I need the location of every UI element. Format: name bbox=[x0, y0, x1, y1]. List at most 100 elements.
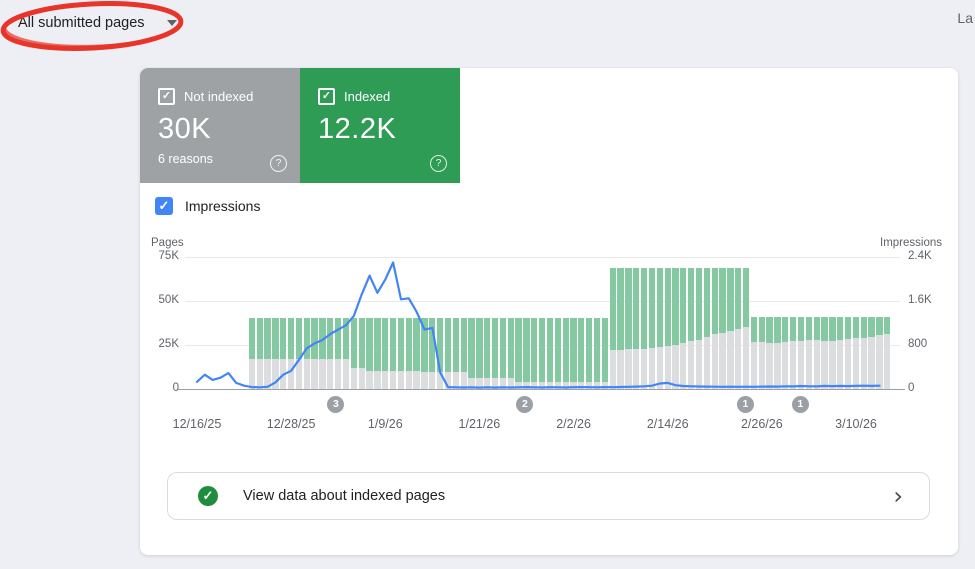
chart-gridline bbox=[185, 301, 900, 302]
x-axis-date-label: 1/21/26 bbox=[444, 417, 514, 431]
chevron-right-icon: › bbox=[893, 486, 903, 506]
page-filter-dropdown-label: All submitted pages bbox=[18, 15, 145, 31]
indexed-bar bbox=[429, 318, 435, 373]
indexed-bar bbox=[508, 318, 514, 379]
not-indexed-bar bbox=[829, 341, 835, 389]
not-indexed-bar bbox=[359, 368, 365, 389]
indexed-bar bbox=[366, 318, 372, 371]
left-axis-tick: 50K bbox=[147, 294, 179, 306]
x-axis-date-label: 2/2/26 bbox=[539, 417, 609, 431]
indexed-bar bbox=[555, 318, 561, 382]
right-axis-tick: 0 bbox=[908, 382, 914, 394]
not-indexed-bar bbox=[264, 359, 270, 389]
indexed-bar bbox=[806, 317, 812, 340]
not-indexed-bar bbox=[719, 333, 725, 389]
not-indexed-bar bbox=[876, 335, 882, 389]
not-indexed-bar bbox=[374, 371, 380, 389]
not-indexed-bar bbox=[774, 343, 780, 389]
not-indexed-bar bbox=[421, 372, 427, 389]
not-indexed-bar bbox=[437, 372, 443, 389]
indexed-bar bbox=[515, 318, 521, 382]
indexed-bar bbox=[492, 318, 498, 379]
issue-marker[interactable]: 2 bbox=[516, 396, 533, 413]
not-indexed-bar bbox=[382, 371, 388, 389]
indexed-checkbox[interactable]: ✓ bbox=[318, 88, 335, 105]
indexed-label: Indexed bbox=[344, 89, 390, 104]
not-indexed-checkbox[interactable]: ✓ bbox=[158, 88, 175, 105]
help-icon[interactable]: ? bbox=[430, 155, 447, 172]
indexed-bar bbox=[547, 318, 553, 382]
indexed-bar bbox=[586, 318, 592, 382]
indexed-bar bbox=[602, 318, 608, 382]
status-cards: ✓ Not indexed 30K 6 reasons ? ✓ Indexed … bbox=[140, 68, 460, 183]
indexed-bar bbox=[296, 318, 302, 359]
not-indexed-bar bbox=[727, 331, 733, 389]
chevron-down-icon bbox=[167, 20, 177, 26]
page-filter-dropdown[interactable]: All submitted pages bbox=[18, 11, 177, 35]
indexed-bar bbox=[790, 317, 796, 342]
indexed-bar bbox=[680, 268, 686, 343]
left-axis-title: Pages bbox=[151, 237, 184, 249]
not-indexed-bar bbox=[633, 349, 639, 389]
not-indexed-bar bbox=[390, 371, 396, 389]
not-indexed-bar bbox=[665, 346, 671, 389]
help-icon[interactable]: ? bbox=[270, 155, 287, 172]
not-indexed-card[interactable]: ✓ Not indexed 30K 6 reasons ? bbox=[140, 68, 300, 183]
not-indexed-bar bbox=[311, 359, 317, 389]
green-check-icon: ✓ bbox=[198, 486, 218, 506]
issue-marker[interactable]: 1 bbox=[792, 396, 809, 413]
indexed-bar bbox=[319, 318, 325, 359]
indexed-bar bbox=[249, 318, 255, 359]
not-indexed-bar bbox=[704, 337, 710, 389]
indexed-bar bbox=[461, 318, 467, 373]
not-indexed-bar bbox=[461, 372, 467, 389]
not-indexed-bar bbox=[578, 382, 584, 389]
indexing-chart: PagesImpressions75K50K25K02.4K1.6K800032… bbox=[145, 237, 945, 437]
not-indexed-bar bbox=[806, 340, 812, 389]
indexed-bar bbox=[437, 318, 443, 373]
not-indexed-bar bbox=[821, 341, 827, 389]
not-indexed-bar bbox=[257, 359, 263, 389]
not-indexed-bar bbox=[445, 372, 451, 389]
not-indexed-bar bbox=[555, 382, 561, 389]
impressions-label: Impressions bbox=[185, 198, 260, 214]
not-indexed-bar bbox=[343, 359, 349, 389]
last-updated-text-truncated: La bbox=[957, 10, 973, 26]
indexed-bar bbox=[853, 317, 859, 338]
not-indexed-bar bbox=[743, 327, 749, 389]
not-indexed-bar bbox=[845, 339, 851, 389]
not-indexed-bar bbox=[453, 372, 459, 389]
indexed-bar bbox=[264, 318, 270, 359]
indexed-bar bbox=[594, 318, 600, 382]
not-indexed-bar bbox=[406, 371, 412, 389]
indexed-bar bbox=[484, 318, 490, 379]
not-indexed-bar bbox=[515, 382, 521, 389]
indexed-bar bbox=[390, 318, 396, 371]
indexed-bar bbox=[453, 318, 459, 373]
indexed-bar bbox=[351, 318, 357, 368]
indexed-bar bbox=[398, 318, 404, 371]
indexed-bar bbox=[445, 318, 451, 373]
view-indexed-data-button[interactable]: ✓ View data about indexed pages › bbox=[167, 472, 930, 520]
not-indexed-bar bbox=[531, 382, 537, 389]
not-indexed-bar bbox=[249, 359, 255, 389]
indexed-bar bbox=[845, 317, 851, 339]
indexed-card[interactable]: ✓ Indexed 12.2K ? bbox=[300, 68, 460, 183]
not-indexed-bar bbox=[413, 371, 419, 389]
impressions-toggle[interactable]: ✓ Impressions bbox=[155, 197, 260, 215]
not-indexed-bar bbox=[751, 342, 757, 389]
issue-marker[interactable]: 3 bbox=[327, 396, 344, 413]
x-axis-date-label: 3/10/26 bbox=[821, 417, 891, 431]
not-indexed-bar bbox=[586, 382, 592, 389]
indexed-bar bbox=[406, 318, 412, 371]
x-axis-date-label: 2/14/26 bbox=[633, 417, 703, 431]
issue-marker[interactable]: 1 bbox=[737, 396, 754, 413]
not-indexed-label: Not indexed bbox=[184, 89, 253, 104]
indexed-bar bbox=[413, 318, 419, 371]
impressions-checkbox[interactable]: ✓ bbox=[155, 197, 173, 215]
indexed-bar bbox=[327, 318, 333, 359]
not-indexed-bar bbox=[766, 343, 772, 389]
indexed-bar bbox=[288, 318, 294, 359]
not-indexed-bar bbox=[492, 378, 498, 389]
x-axis-date-label: 2/26/26 bbox=[727, 417, 797, 431]
